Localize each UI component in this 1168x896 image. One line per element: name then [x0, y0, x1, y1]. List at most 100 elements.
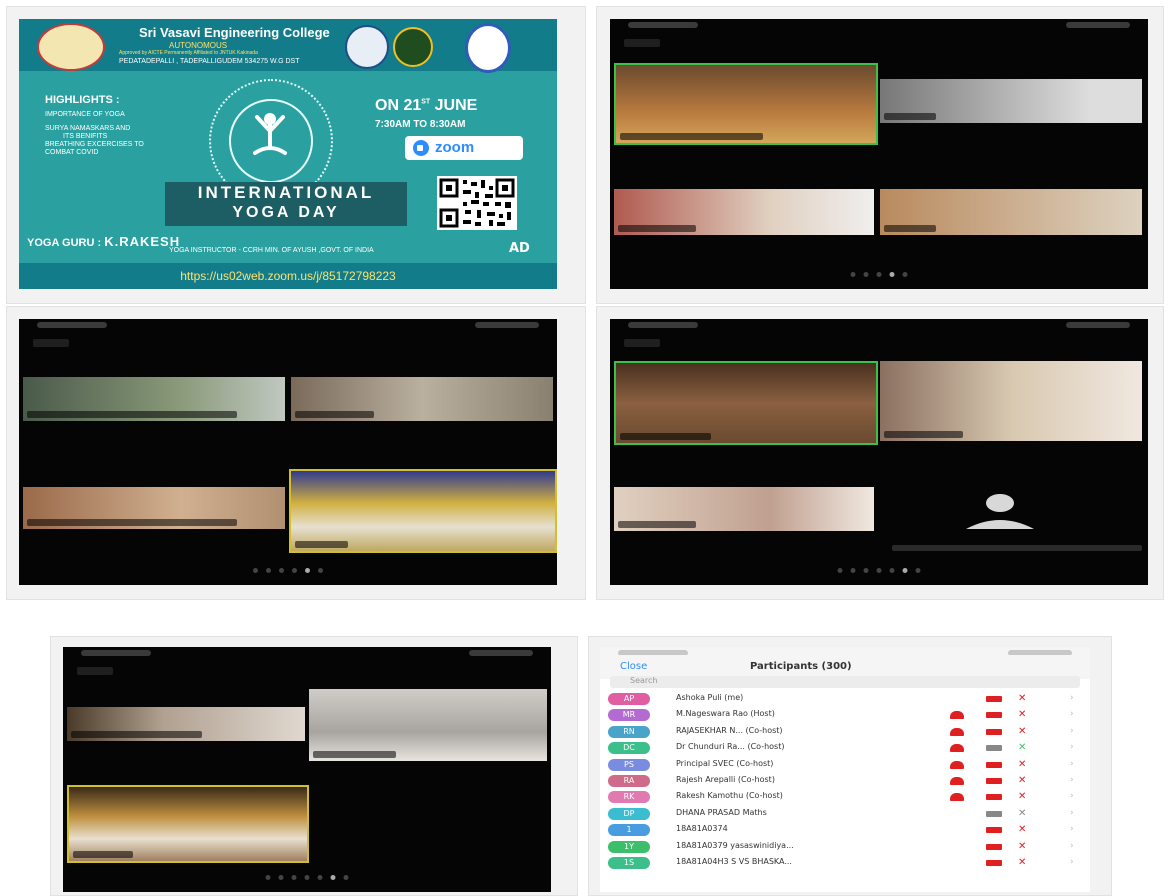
yoga-pose-icon — [253, 113, 287, 155]
chevron-right-icon[interactable]: › — [1070, 759, 1074, 769]
chevron-right-icon[interactable]: › — [1070, 742, 1074, 752]
participant-name: Rakesh Kamothu (Co-host) — [676, 791, 783, 801]
mic-muted-icon: ✕ — [1018, 791, 1027, 803]
participant-row[interactable]: 1 18A81A0374 ✕ › — [600, 822, 1090, 838]
designer-logo: AD — [509, 241, 530, 256]
participant-row[interactable]: 1Y 18A81A0379 yasaswinidiya... ✕ › — [600, 839, 1090, 855]
hand-raised-icon — [950, 777, 964, 785]
qr-code-icon — [437, 176, 517, 230]
search-input[interactable]: Search — [610, 676, 1080, 688]
recording-indicator — [33, 339, 69, 347]
participant-row[interactable]: RN RAJASEKHAR N... (Co-host) ✕ › — [600, 724, 1090, 740]
participant-name: M.Nageswara Rao (Host) — [676, 709, 775, 719]
participant-name: Principal SVEC (Co-host) — [676, 758, 774, 768]
participant-row[interactable]: RK Rakesh Kamothu (Co-host) ✕ › — [600, 789, 1090, 805]
avatar: 1Y — [608, 840, 650, 853]
participant-row[interactable]: DC Dr Chunduri Ra... (Co-host) ✕ › — [600, 740, 1090, 756]
participant-row[interactable]: MR M.Nageswara Rao (Host) ✕ › — [600, 707, 1090, 723]
hand-raised-icon — [950, 760, 964, 769]
participants-title: Participants (300) — [750, 661, 852, 672]
naac-logo — [393, 27, 433, 67]
participant-row[interactable]: AP Ashoka Puli (me) ✕ › — [600, 691, 1090, 707]
chevron-right-icon[interactable]: › — [1070, 693, 1074, 703]
zoom-link[interactable]: https://us02web.zoom.us/j/85172798223 — [19, 269, 557, 283]
video-off-icon — [986, 696, 1002, 702]
participant-name: Dr Chunduri Ra... (Co-host) — [676, 742, 785, 752]
college-approval: Approved by AICTE Permanently Affiliated… — [119, 50, 258, 56]
video-tile[interactable] — [880, 189, 1142, 235]
video-tile[interactable] — [880, 79, 1142, 123]
mic-muted-icon: ✕ — [1018, 709, 1027, 721]
participant-name: 18A81A0379 yasaswinidiya... — [676, 840, 794, 850]
avatar: RK — [608, 791, 650, 804]
chevron-right-icon[interactable]: › — [1070, 857, 1074, 867]
recording-indicator — [77, 667, 113, 675]
zoom-camera-icon — [413, 140, 429, 156]
participant-row[interactable]: 1S 18A81A04H3 S VS BHASKA... ✕ › — [600, 855, 1090, 871]
video-tile[interactable] — [289, 469, 557, 553]
highlight-item: SURYA NAMASKARS AND — [45, 125, 131, 132]
mic-muted-icon: ✕ — [1018, 742, 1027, 754]
chevron-right-icon[interactable]: › — [1070, 726, 1074, 736]
participants-screenshot: Close Participants (300) Search AP Ashoka… — [600, 647, 1090, 892]
mic-muted-icon: ✕ — [1018, 807, 1027, 819]
hand-raised-icon — [950, 711, 964, 720]
phone-status-bar — [19, 319, 557, 333]
phone-status-bar — [63, 647, 551, 661]
avatar: DP — [608, 807, 650, 820]
search-placeholder: Search — [630, 676, 658, 685]
video-tile[interactable] — [291, 377, 553, 421]
avatar: DC — [608, 742, 650, 755]
avatar: MR — [608, 709, 650, 722]
hand-raised-icon — [950, 744, 964, 753]
video-off-icon — [986, 843, 1002, 850]
zoom-gallery-screenshot-1 — [610, 19, 1148, 289]
event-title-line2: YOGA DAY — [232, 204, 340, 221]
video-tile[interactable] — [309, 689, 547, 761]
chevron-right-icon[interactable]: › — [1070, 808, 1074, 818]
chevron-right-icon[interactable]: › — [1070, 775, 1074, 785]
video-off-icon — [986, 778, 1002, 784]
chevron-right-icon[interactable]: › — [1070, 791, 1074, 801]
video-tile[interactable] — [23, 377, 285, 421]
mic-muted-icon: ✕ — [1018, 693, 1027, 704]
recording-indicator — [624, 339, 660, 347]
recording-indicator — [624, 39, 660, 47]
close-button[interactable]: Close — [620, 661, 647, 672]
video-tile[interactable] — [880, 361, 1142, 441]
chevron-right-icon[interactable]: › — [1070, 824, 1074, 834]
nss-logo — [465, 23, 511, 73]
chevron-right-icon[interactable]: › — [1070, 841, 1074, 851]
mic-muted-icon: ✕ — [1018, 840, 1027, 852]
video-off-icon — [986, 794, 1002, 801]
mic-muted-icon: ✕ — [1018, 824, 1027, 836]
avatar: RN — [608, 725, 650, 738]
hand-raised-icon — [950, 727, 964, 736]
participant-name: RAJASEKHAR N... (Co-host) — [676, 725, 783, 735]
zoom-gallery-screenshot-2 — [19, 319, 557, 585]
participant-row[interactable]: RA Rajesh Arepalli (Co-host) ✕ › — [600, 773, 1090, 789]
video-tile[interactable] — [23, 487, 285, 529]
video-off-icon — [986, 761, 1002, 768]
participant-name: Ashoka Puli (me) — [676, 693, 744, 702]
video-tile[interactable] — [614, 361, 878, 445]
phone-status-bar — [610, 319, 1148, 333]
avatar: 1S — [608, 857, 650, 869]
avatar: RA — [608, 775, 650, 787]
avatar: AP — [608, 693, 650, 705]
avatar-placeholder-icon — [966, 494, 1034, 529]
participant-row[interactable]: PS Principal SVEC (Co-host) ✕ › — [600, 757, 1090, 773]
chevron-right-icon[interactable]: › — [1070, 709, 1074, 719]
event-time: 7:30AM TO 8:30AM — [375, 119, 466, 130]
video-tile[interactable] — [614, 487, 874, 531]
highlight-item: COMBAT COVID — [45, 149, 99, 156]
page-indicator — [850, 272, 908, 277]
college-address: PEDATADEPALLI , TADEPALLIGUDEM 534275 W.… — [119, 58, 300, 65]
video-tile[interactable] — [67, 707, 305, 741]
video-tile[interactable] — [67, 785, 309, 863]
participant-name-bar — [892, 545, 1142, 551]
participant-row[interactable]: DP DHANA PRASAD Maths ✕ › — [600, 806, 1090, 822]
video-tile[interactable] — [614, 189, 874, 235]
video-tile[interactable] — [614, 63, 878, 145]
event-title-box: INTERNATIONAL YOGA DAY — [165, 182, 407, 226]
